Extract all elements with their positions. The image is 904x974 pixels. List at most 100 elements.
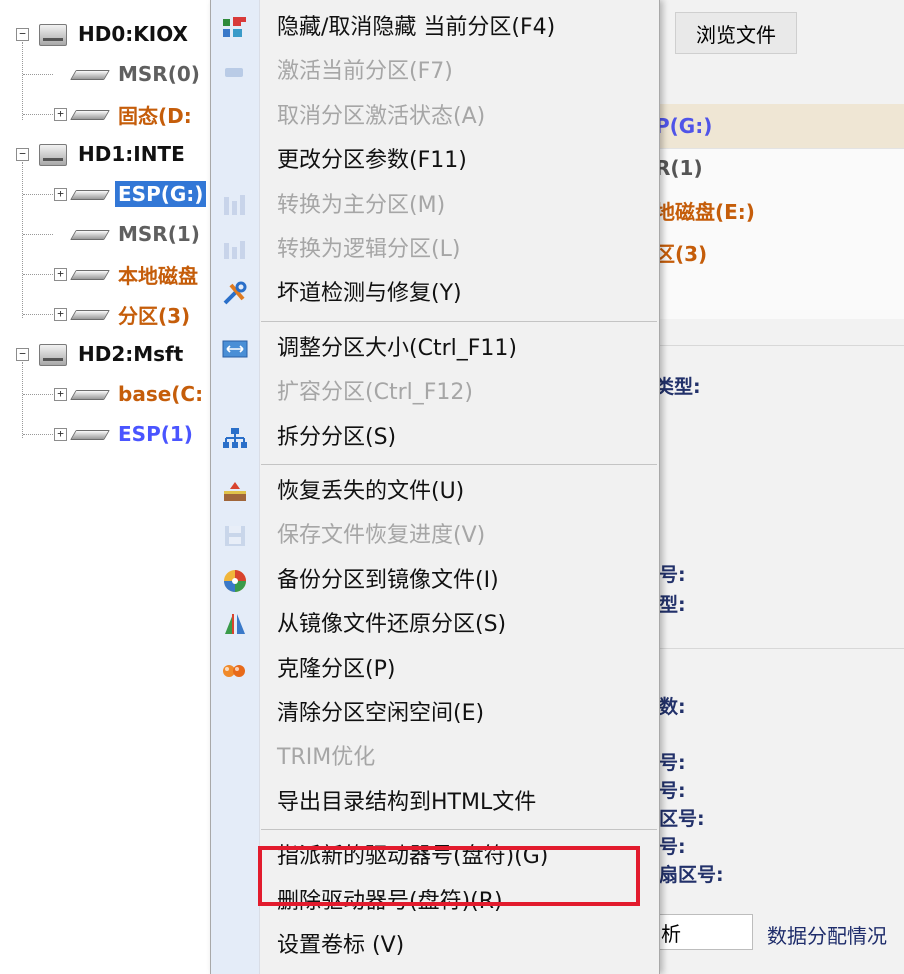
save-progress-icon [221,523,249,549]
resize-partition-icon [221,336,249,362]
menu-item-bad-sector-repair[interactable]: 坏道检测与修复(Y) [211,272,659,316]
tree-connector [23,74,53,75]
expand-icon[interactable]: + [54,187,67,201]
menu-item-restore-partition-image[interactable]: 从镜像文件还原分区(S) [211,603,659,647]
partition-row-partition3[interactable]: 区(3) [655,232,904,272]
partition-icon [70,67,110,81]
tree-disk-node[interactable]: − HD1:INTE [16,134,188,174]
partition-icon [70,267,110,281]
tree-partition-node[interactable]: + base(C: [54,374,206,414]
menu-item-extend-partition: 扩容分区(Ctrl_F12) [211,371,659,415]
menu-item-convert-to-logical: 转换为逻辑分区(L) [211,228,659,272]
menu-item-label: 转换为主分区(M) [277,192,446,218]
field-label: 区号: [659,808,705,830]
menu-item-label: 导出目录结构到HTML文件 [277,789,537,815]
menu-item-split-partition[interactable]: 拆分分区(S) [211,416,659,460]
collapse-icon[interactable]: − [16,27,29,41]
partition-row-local-disk[interactable]: 地磁盘(E:) [655,190,904,230]
menu-item-label: 清除分区空闲空间(E) [277,701,485,726]
partition-icon [70,427,110,441]
partition-detail-panel: 浏览文件 P(G:) R(1) 地磁盘(E:) 区(3) 类型: 号: 型: 数… [655,0,904,974]
tree-node-label: HD1:INTE [78,142,185,166]
menu-item-export-directory-html[interactable]: 导出目录结构到HTML文件 [211,781,659,825]
menu-item-convert-to-primary: 转换为主分区(M) [211,184,659,228]
partition-context-menu: 隐藏/取消隐藏 当前分区(F4) 激活当前分区(F7) 取消分区激活状态(A) 更改分… [210,0,660,974]
tree-node-label: MSR(0) [118,62,200,86]
tree-node-label: 本地磁盘 [118,263,198,288]
tree-disk-node[interactable]: − HD2:Msft [16,334,186,374]
partition-icon [70,107,110,121]
menu-item-label: 从镜像文件还原分区(S) [277,612,507,638]
tree-connector [23,434,53,435]
tree-partition-node[interactable]: + ESP(1) [54,414,196,454]
tree-partition-node[interactable]: + 分区(3) [54,294,193,334]
tree-node-label: ESP(1) [118,422,193,446]
data-allocation-label: 数据分配情况 [767,924,887,948]
menu-item-wipe-free-space[interactable]: 清除分区空闲空间(E) [211,692,659,736]
menu-item-activate-partition: 激活当前分区(F7) [211,50,659,94]
menu-separator [261,464,657,465]
tree-connector [23,114,53,115]
tree-node-label: base(C: [118,382,204,406]
menu-item-label: 备份分区到镜像文件(I) [277,567,499,593]
recover-files-icon [221,479,249,505]
tree-partition-node[interactable]: MSR(1) [54,214,203,254]
collapse-icon[interactable]: − [16,347,29,361]
tree-partition-node[interactable]: MSR(0) [54,54,203,94]
partition-icon [70,387,110,401]
field-type-label: 类型: [655,376,701,398]
menu-item-hide-partition[interactable]: 隐藏/取消隐藏 当前分区(F4) [211,6,659,50]
tree-node-label: 固态(D: [118,103,192,128]
menu-separator [261,829,657,831]
tree-node-label: 分区(3) [118,303,191,328]
tree-node-label: ESP(G:) [115,181,207,207]
field-label: 号: [659,752,686,774]
menu-item-clone-partition[interactable]: 克隆分区(P) [211,648,659,692]
expand-icon[interactable]: + [54,307,67,321]
partition-row-esp[interactable]: P(G:) [655,106,904,146]
menu-item-label: 保存文件恢复进度(V) [277,523,486,549]
convert-logical-icon [221,237,249,263]
menu-item-resize-partition[interactable]: 调整分区大小(Ctrl_F11) [211,327,659,371]
tree-partition-node[interactable]: + 固态(D: [54,94,195,134]
tree-connector [23,394,53,395]
menu-item-label: 更改分区参数(F11) [277,148,467,174]
field-label: 扇区号: [659,864,724,886]
collapse-icon[interactable]: − [16,147,29,161]
backup-image-icon [221,568,249,594]
tree-node-label: HD2:Msft [78,342,184,366]
expand-icon[interactable]: + [54,387,67,401]
menu-item-backup-partition-image[interactable]: 备份分区到镜像文件(I) [211,559,659,603]
tree-partition-node[interactable]: + 本地磁盘 [54,254,201,294]
menu-item-label: 克隆分区(P) [277,656,396,682]
expand-icon[interactable]: + [54,427,67,441]
field-label: 号: [659,564,686,586]
hard-disk-icon [37,142,67,166]
menu-item-label: 扩容分区(Ctrl_F12) [277,380,473,406]
split-partition-icon [221,425,249,451]
repair-tools-icon [221,281,249,307]
tree-connector [23,234,53,235]
field-label: 型: [659,594,686,616]
browse-files-tab[interactable]: 浏览文件 [675,12,797,54]
tree-connector [23,314,53,315]
partition-row-msr[interactable]: R(1) [655,148,904,188]
clone-partition-icon [221,657,249,683]
menu-item-change-partition-params[interactable]: 更改分区参数(F11) [211,139,659,183]
activate-partition-icon [221,59,249,85]
tree-connector [23,194,53,195]
expand-icon[interactable]: + [54,107,67,121]
menu-item-set-volume-label[interactable]: 设置卷标 (V) [211,924,659,968]
tree-partition-node[interactable]: + ESP(G:) [54,174,207,214]
expand-icon[interactable]: + [54,267,67,281]
menu-item-label: 调整分区大小(Ctrl_F11) [277,335,517,361]
analyze-input[interactable]: 析 [655,914,753,950]
menu-item-label: 转换为逻辑分区(L) [277,237,461,262]
menu-item-recover-lost-files[interactable]: 恢复丢失的文件(U) [211,470,659,514]
tree-disk-node[interactable]: − HD0:KIOX [16,14,191,54]
tree-node-label: MSR(1) [118,222,200,246]
convert-primary-icon [221,193,249,219]
menu-item-deactivate-partition: 取消分区激活状态(A) [211,95,659,139]
menu-item-label: 激活当前分区(F7) [277,59,453,85]
menu-item-label: 拆分分区(S) [277,424,397,450]
